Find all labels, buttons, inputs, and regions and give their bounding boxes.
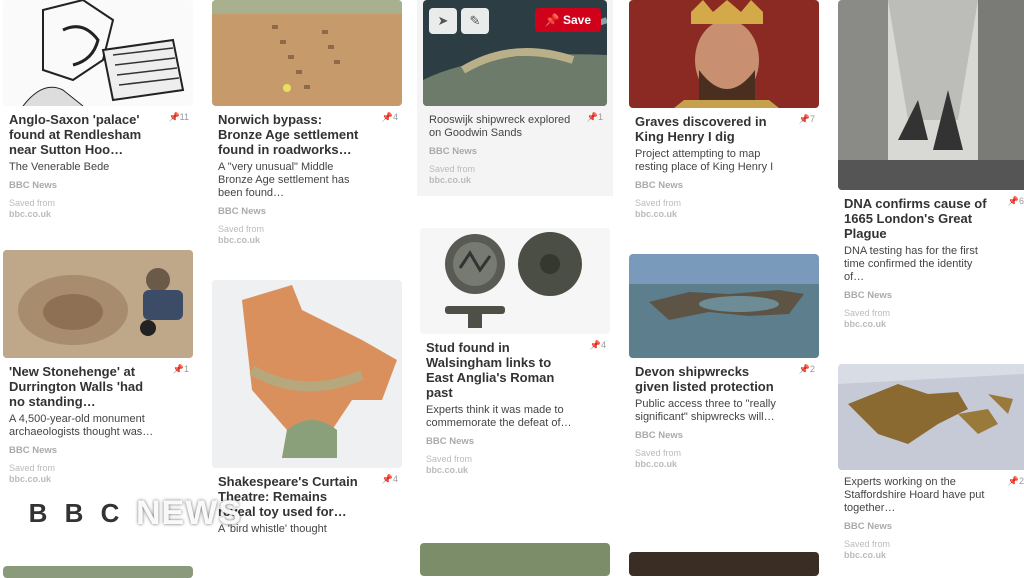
send-icon: ➤	[437, 13, 449, 28]
pin-card[interactable]: 📌6 DNA confirms cause of 1665 London's G…	[838, 0, 1024, 340]
pin-source[interactable]: BBC News	[218, 206, 396, 217]
saved-from: Saved from bbc.co.uk	[9, 198, 56, 219]
pin-card[interactable]: ➤ ✎ 📌 Save 📌1 Rooswijk shipwreck explore…	[417, 0, 613, 196]
pin-image[interactable]	[629, 254, 819, 358]
pin-image[interactable]	[3, 0, 193, 106]
saved-url[interactable]: bbc.co.uk	[9, 474, 51, 484]
saved-from: Saved from bbc.co.uk	[429, 164, 476, 185]
pin-image[interactable]	[212, 280, 402, 468]
pin-card[interactable]: 📌2 Experts working on the Staffordshire …	[838, 364, 1024, 571]
pin-count: 📌4	[381, 112, 398, 122]
pin-card[interactable]: 📌1 'New Stonehenge' at Durrington Walls …	[3, 250, 193, 495]
saved-from: Saved from bbc.co.uk	[844, 308, 891, 329]
bbc-logo-block: C	[94, 497, 126, 530]
saved-from: Saved from bbc.co.uk	[844, 539, 891, 560]
saved-from: Saved from bbc.co.uk	[635, 448, 682, 469]
saved-from: Saved from bbc.co.uk	[426, 454, 473, 475]
pin-card[interactable]: 📌4 Stud found in Walsingham links to Eas…	[420, 228, 610, 486]
pin-image[interactable]	[629, 0, 819, 108]
pin-count: 📌1	[586, 112, 603, 122]
pin-image[interactable]	[3, 250, 193, 358]
pin-card[interactable]: 📌7 Graves discovered in King Henry I dig…	[629, 0, 819, 230]
pin-count: 📌7	[798, 114, 815, 124]
pin-image[interactable]	[629, 552, 819, 576]
pin-description: A "very unusual" Middle Bronze Age settl…	[218, 161, 350, 199]
saved-from: Saved from bbc.co.uk	[635, 198, 682, 219]
saved-url[interactable]: bbc.co.uk	[218, 235, 260, 245]
pin-count: 📌11	[168, 112, 189, 122]
saved-url[interactable]: bbc.co.uk	[844, 319, 886, 329]
pin-count: 📌4	[589, 340, 606, 350]
pin-description: Rooswijk shipwreck explored on Goodwin S…	[429, 114, 571, 139]
pin-source[interactable]: BBC News	[426, 436, 604, 447]
pin-image[interactable]	[420, 228, 610, 334]
pin-count: 📌2	[1007, 476, 1024, 486]
saved-url[interactable]: bbc.co.uk	[426, 465, 468, 475]
pin-title[interactable]: Graves discovered in King Henry I dig	[635, 114, 785, 144]
pin-description: Project attempting to map resting place …	[635, 148, 774, 173]
pin-image[interactable]	[838, 0, 1024, 190]
pin-image[interactable]	[838, 364, 1024, 470]
saved-url[interactable]: bbc.co.uk	[635, 209, 677, 219]
pin-title[interactable]: Anglo-Saxon 'palace' found at Rendlesham…	[9, 112, 159, 157]
pin-title[interactable]: Norwich bypass: Bronze Age settlement fo…	[218, 112, 368, 157]
pin-card[interactable]: 📌4 Norwich bypass: Bronze Age settlement…	[212, 0, 402, 256]
pencil-icon: ✎	[469, 13, 481, 28]
pin-icon: 📌	[544, 13, 560, 27]
pin-description: Experts think it was made to commemorate…	[426, 404, 572, 429]
pin-source[interactable]: BBC News	[844, 521, 1022, 532]
pin-source[interactable]: BBC News	[429, 146, 601, 157]
pin-title[interactable]: Devon shipwrecks given listed protection	[635, 364, 785, 394]
pin-count: 📌1	[172, 364, 189, 374]
pin-image[interactable]	[3, 566, 193, 578]
saved-url[interactable]: bbc.co.uk	[844, 550, 886, 560]
pin-image[interactable]	[212, 0, 402, 106]
saved-url[interactable]: bbc.co.uk	[9, 209, 51, 219]
pin-source[interactable]: BBC News	[9, 445, 187, 456]
pin-card[interactable]: 📌11 Anglo-Saxon 'palace' found at Rendle…	[3, 0, 193, 230]
edit-button[interactable]: ✎	[461, 8, 489, 34]
pin-description: Public access three to "really significa…	[635, 398, 776, 423]
news-wordmark: NEWS	[136, 494, 242, 532]
pin-title[interactable]: 'New Stonehenge' at Durrington Walls 'ha…	[9, 364, 159, 409]
pin-title[interactable]: DNA confirms cause of 1665 London's Grea…	[844, 196, 994, 241]
pin-count: 📌4	[381, 474, 398, 484]
pin-image[interactable]	[420, 543, 610, 576]
saved-from: Saved from bbc.co.uk	[218, 224, 265, 245]
saved-url[interactable]: bbc.co.uk	[635, 459, 677, 469]
bbc-news-watermark: B B C NEWS	[22, 494, 242, 533]
pin-count: 📌6	[1007, 196, 1024, 206]
pin-source[interactable]: BBC News	[844, 290, 1022, 301]
bbc-logo-block: B	[58, 497, 90, 530]
pin-description: DNA testing has for the first time confi…	[844, 245, 978, 283]
pin-description: Experts working on the Staffordshire Hoa…	[844, 476, 985, 514]
pin-description: A 4,500-year-old monument archaeologists…	[9, 413, 154, 438]
saved-from: Saved from bbc.co.uk	[9, 463, 56, 484]
pin-source[interactable]: BBC News	[9, 180, 187, 191]
save-button[interactable]: 📌 Save	[534, 8, 601, 32]
send-button[interactable]: ➤	[429, 8, 457, 34]
bbc-logo-block: B	[22, 497, 54, 530]
pin-source[interactable]: BBC News	[635, 430, 813, 441]
saved-url[interactable]: bbc.co.uk	[429, 175, 471, 185]
pin-description: The Venerable Bede	[9, 161, 110, 173]
pin-title[interactable]: Stud found in Walsingham links to East A…	[426, 340, 576, 400]
pin-image[interactable]: ➤ ✎ 📌 Save	[423, 0, 607, 106]
pin-count: 📌2	[798, 364, 815, 374]
pin-card[interactable]: 📌2 Devon shipwrecks given listed protect…	[629, 254, 819, 480]
pin-source[interactable]: BBC News	[635, 180, 813, 191]
